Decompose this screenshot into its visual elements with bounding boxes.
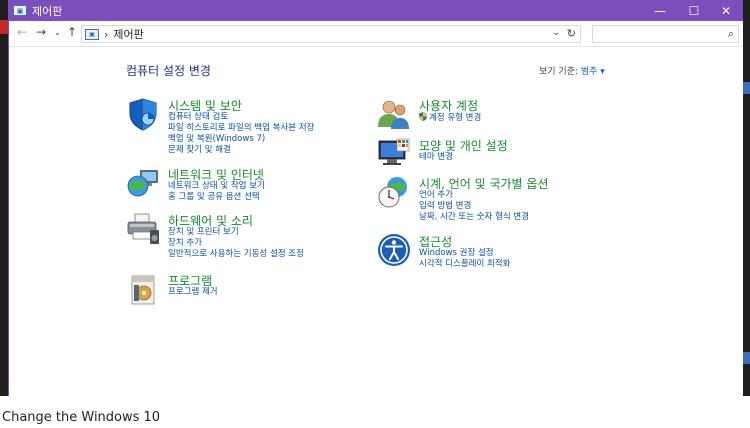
category-links: 장치 및 프린터 보기 장치 추가 일반적으로 사용하는 기동성 설정 조정 (168, 227, 304, 260)
link-troubleshoot[interactable]: 문제 찾기 및 해결 (168, 145, 314, 156)
link-change-theme[interactable]: 테마 변경 (419, 152, 453, 163)
appearance-monitor-icon[interactable] (377, 137, 411, 171)
link-network-status[interactable]: 네트워크 상태 및 작업 보기 (168, 181, 265, 192)
close-button[interactable]: ✕ (709, 0, 743, 21)
title-bar[interactable]: ▣ 제어판 — ☐ ✕ (9, 0, 743, 21)
printer-icon[interactable] (126, 212, 160, 246)
link-label: 계정 유형 변경 (429, 113, 482, 123)
recent-locations-chevron-icon[interactable]: ⌄ (54, 28, 61, 37)
search-input[interactable]: ⌕ (592, 25, 739, 43)
link-uninstall-program[interactable]: 프로그램 제거 (168, 287, 218, 298)
control-panel-icon: ▣ (85, 28, 99, 40)
link-file-history[interactable]: 파일 히스토리로 파일의 백업 복사본 저장 (168, 123, 314, 134)
link-backup-restore[interactable]: 백업 및 복원(Windows 7) (168, 134, 314, 145)
control-panel-icon: ▣ (13, 5, 27, 16)
clock-globe-icon[interactable] (377, 175, 411, 209)
category-links: 프로그램 제거 (168, 287, 218, 298)
up-arrow-icon[interactable]: ↑ (67, 25, 77, 39)
category-links: 계정 유형 변경 (419, 112, 481, 124)
address-toolbar: ← → ⌄ ↑ ▣ › 제어판 ⌄ ↻ ⌕ (9, 21, 743, 47)
view-by: 보기 기준: 범주 ▾ (539, 64, 605, 77)
users-icon[interactable] (377, 97, 411, 131)
link-mobility-settings[interactable]: 일반적으로 사용하는 기동성 설정 조정 (168, 249, 304, 260)
view-by-dropdown[interactable]: 범주 ▾ (581, 67, 605, 77)
desktop-strip (742, 82, 750, 94)
breadcrumb-path[interactable]: 제어판 (113, 26, 143, 42)
category-links: 테마 변경 (419, 152, 453, 163)
window-title: 제어판 (32, 4, 63, 18)
link-optimize-visual-display[interactable]: 시각적 디스플레이 최적화 (419, 259, 510, 270)
programs-box-icon[interactable] (126, 272, 160, 306)
control-panel-window: ▣ 제어판 — ☐ ✕ ← → ⌄ ↑ ▣ › 제어판 ⌄ ↻ ⌕ 컴퓨터 설정… (8, 0, 743, 396)
desktop-red-tab (0, 20, 8, 34)
address-dropdown-icon[interactable]: ⌄ (552, 28, 560, 38)
link-windows-suggested-settings[interactable]: Windows 권장 설정 (419, 248, 510, 259)
link-add-device[interactable]: 장치 추가 (168, 238, 304, 249)
forward-arrow-icon[interactable]: → (36, 25, 46, 39)
category-links: 언어 추가 입력 방법 변경 날짜, 시간 또는 숫자 형식 변경 (419, 190, 529, 223)
network-globe-icon[interactable] (126, 166, 160, 200)
desktop-background-left (0, 0, 8, 428)
accessibility-icon[interactable] (377, 233, 411, 267)
uac-shield-icon (419, 112, 427, 121)
category-links: Windows 권장 설정 시각적 디스플레이 최적화 (419, 248, 510, 270)
view-by-label: 보기 기준: (539, 67, 579, 77)
maximize-button[interactable]: ☐ (677, 0, 711, 21)
category-links: 컴퓨터 상태 검토 파일 히스토리로 파일의 백업 복사본 저장 백업 및 복원… (168, 112, 314, 156)
link-review-computer-status[interactable]: 컴퓨터 상태 검토 (168, 112, 314, 123)
desktop-bottom-text: Change the Windows 10 (2, 410, 161, 425)
minimize-button[interactable]: — (643, 0, 677, 21)
link-change-account-type[interactable]: 계정 유형 변경 (419, 112, 481, 124)
control-panel-content: 컴퓨터 설정 변경 보기 기준: 범주 ▾ 시스템 및 보안 컴퓨터 상태 검토… (9, 47, 743, 396)
link-add-language[interactable]: 언어 추가 (419, 190, 529, 201)
link-homegroup[interactable]: 홈 그룹 및 공유 옵션 선택 (168, 192, 265, 203)
breadcrumb-separator: › (104, 27, 109, 41)
page-title: 컴퓨터 설정 변경 (126, 64, 211, 78)
link-devices-printers[interactable]: 장치 및 프린터 보기 (168, 227, 304, 238)
search-icon[interactable]: ⌕ (728, 27, 734, 41)
back-arrow-icon[interactable]: ← (17, 25, 27, 39)
link-change-input-method[interactable]: 입력 방법 변경 (419, 201, 529, 212)
shield-icon[interactable] (126, 97, 160, 131)
desktop-strip (742, 352, 750, 364)
category-links: 네트워크 상태 및 작업 보기 홈 그룹 및 공유 옵션 선택 (168, 181, 265, 203)
link-change-date-time-format[interactable]: 날짜, 시간 또는 숫자 형식 변경 (419, 212, 529, 223)
address-input[interactable]: ▣ › 제어판 ⌄ ↻ (81, 25, 581, 43)
refresh-icon[interactable]: ↻ (567, 27, 576, 40)
